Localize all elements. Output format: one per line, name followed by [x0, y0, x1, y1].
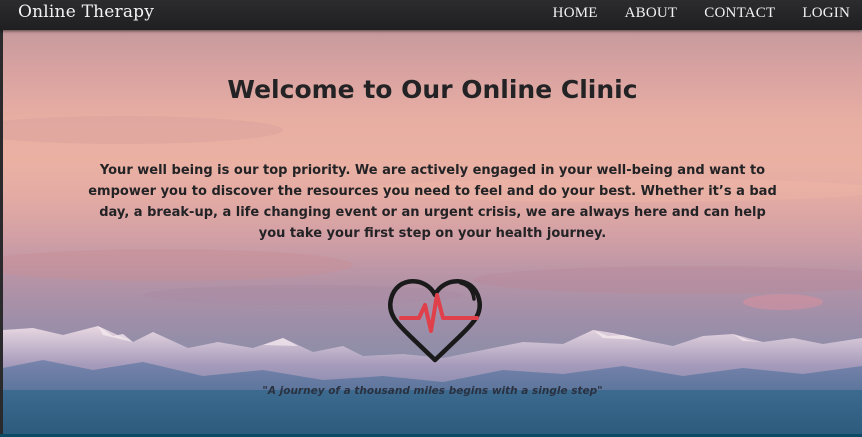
brand-link[interactable]: Online Therapy	[18, 2, 154, 22]
page: Online Therapy HOME ABOUT CONTACT LOGIN	[0, 0, 862, 437]
page-title: Welcome to Our Online Clinic	[227, 75, 638, 104]
nav-links: HOME ABOUT CONTACT LOGIN	[526, 5, 850, 22]
top-navbar: Online Therapy HOME ABOUT CONTACT LOGIN	[0, 0, 862, 30]
hero-section: Welcome to Our Online Clinic Your well b…	[3, 30, 862, 437]
nav-login-link[interactable]: LOGIN	[802, 5, 850, 22]
heart-pulse-icon	[385, 267, 485, 367]
nav-about-link[interactable]: ABOUT	[625, 5, 678, 22]
nav-contact-link[interactable]: CONTACT	[704, 5, 775, 22]
intro-paragraph: Your well being is our top priority. We …	[88, 163, 777, 241]
inspirational-quote: "A journey of a thousand miles begins wi…	[262, 385, 603, 397]
nav-home-link[interactable]: HOME	[553, 5, 598, 22]
